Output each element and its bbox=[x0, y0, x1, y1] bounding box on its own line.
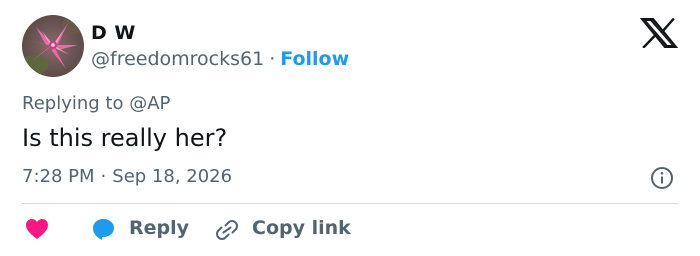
avatar[interactable] bbox=[22, 15, 84, 77]
reply-to-handle-link[interactable]: @AP bbox=[129, 93, 170, 114]
heart-icon[interactable] bbox=[25, 218, 49, 240]
user-handle[interactable]: @freedomrocks61 bbox=[91, 48, 264, 70]
link-icon[interactable] bbox=[214, 218, 240, 242]
action-bar: Reply Copy link bbox=[0, 212, 700, 248]
reply-bubble-icon[interactable] bbox=[91, 217, 117, 241]
handle-row: @freedomrocks61 · Follow bbox=[91, 48, 349, 70]
reply-context-prefix: Replying to bbox=[22, 93, 130, 114]
tweet-timestamp[interactable]: 7:28 PM · Sep 18, 2026 bbox=[22, 166, 232, 187]
info-icon[interactable] bbox=[650, 166, 674, 190]
reply-button[interactable]: Reply bbox=[129, 217, 189, 239]
copy-link-button[interactable]: Copy link bbox=[252, 217, 351, 239]
separator-dot: · bbox=[269, 48, 276, 70]
tweet-date: Sep 18, 2026 bbox=[112, 166, 233, 187]
separator-dot: · bbox=[100, 166, 107, 187]
x-logo-icon[interactable] bbox=[640, 18, 678, 48]
reply-context: Replying to @AP bbox=[22, 93, 170, 114]
divider bbox=[22, 203, 679, 204]
display-name[interactable]: D W bbox=[91, 22, 136, 44]
tweet-time: 7:28 PM bbox=[22, 166, 95, 187]
tweet-text: Is this really her? bbox=[22, 124, 228, 152]
follow-button[interactable]: Follow bbox=[280, 48, 349, 70]
avatar-image bbox=[22, 15, 84, 77]
